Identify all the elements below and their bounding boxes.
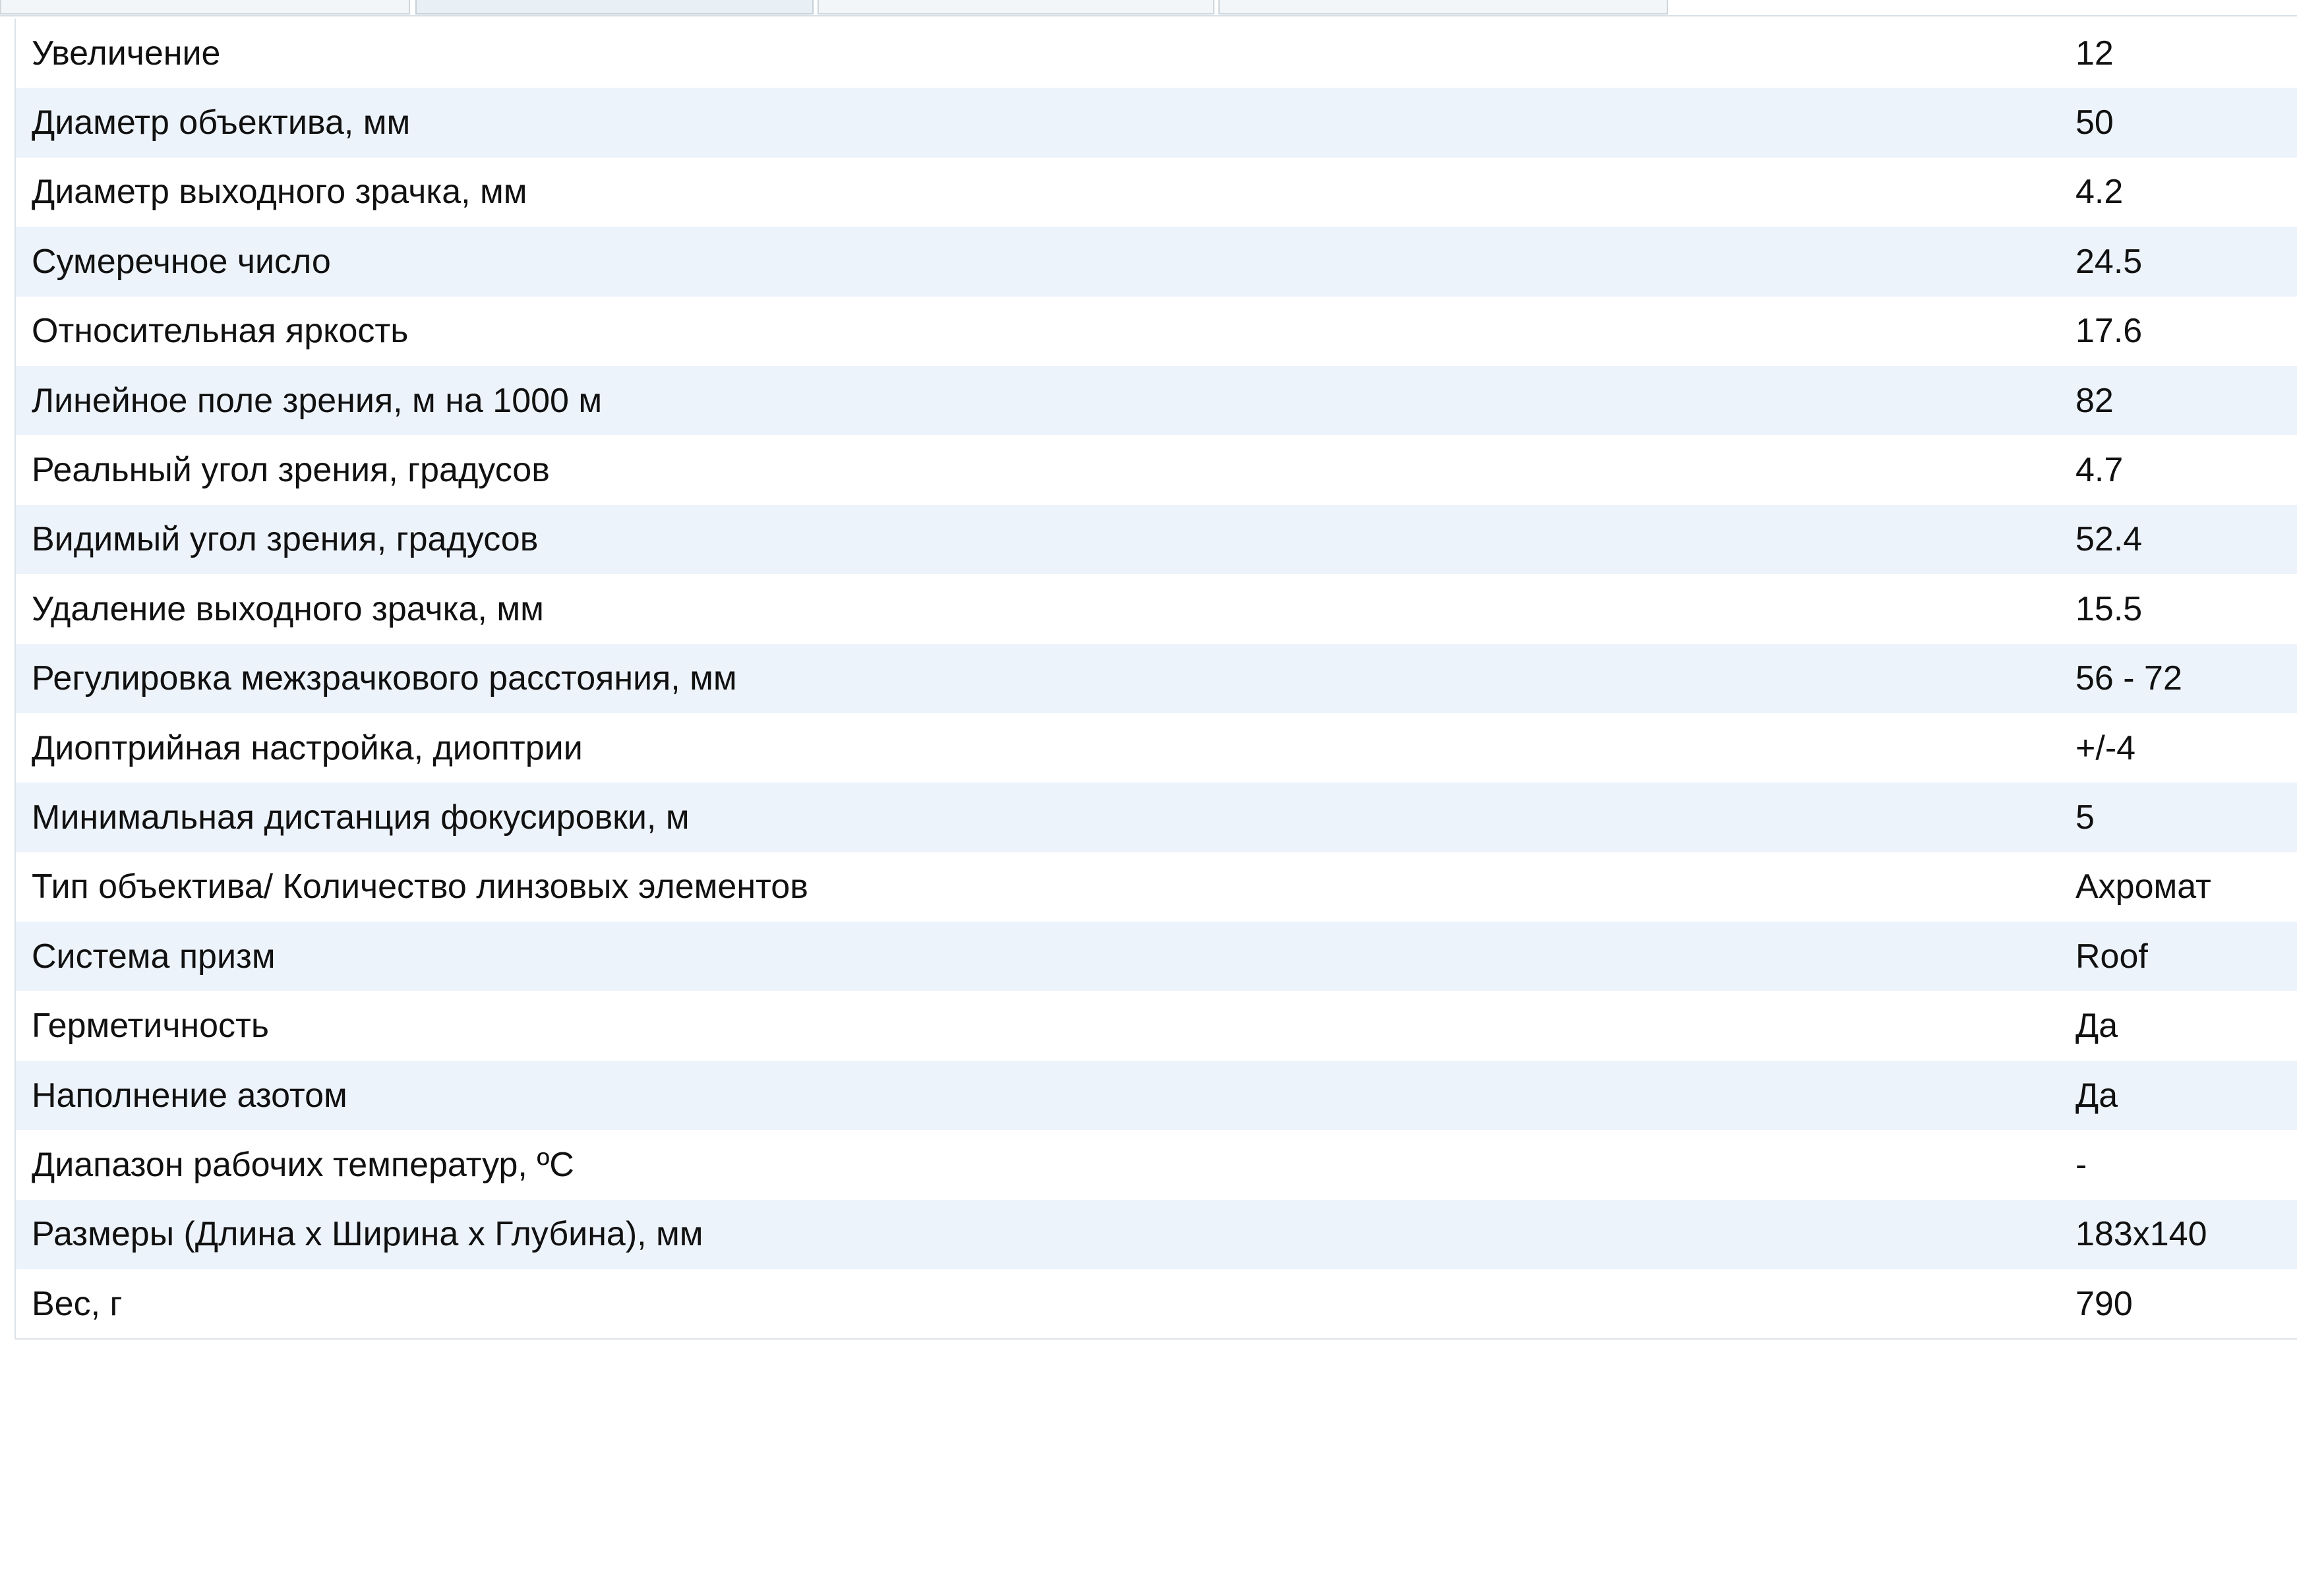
spec-label: Видимый угол зрения, градусов: [32, 520, 539, 559]
table-row: Относительная яркость 17.6: [16, 296, 2297, 366]
tab-2[interactable]: [415, 0, 814, 15]
spec-value: Roof: [2075, 937, 2148, 976]
specifications-table: Увеличение 12 Диаметр объектива, мм 50 Д…: [15, 18, 2297, 1340]
table-row: Линейное поле зрения, м на 1000 м 82: [16, 365, 2297, 436]
spec-value: 15.5: [2075, 589, 2143, 628]
spec-label: Система призм: [32, 937, 276, 976]
spec-value: 790: [2075, 1284, 2133, 1323]
spec-label: Удаление выходного зрачка, мм: [32, 589, 544, 628]
table-row: Система призм Roof: [16, 922, 2297, 991]
tab-strip: [0, 0, 2297, 16]
spec-label: Вес, г: [32, 1284, 123, 1323]
tab-4[interactable]: [1218, 0, 1668, 15]
table-row: Герметичность Да: [16, 991, 2297, 1061]
table-row: Размеры (Длина х Ширина х Глубина), мм 1…: [16, 1199, 2297, 1270]
table-row: Вес, г 790: [16, 1269, 2297, 1339]
spec-value: 17.6: [2075, 312, 2143, 351]
spec-value: 12: [2075, 34, 2114, 73]
spec-value: 183x140: [2075, 1215, 2207, 1254]
spec-label: Реальный угол зрения, градусов: [32, 451, 550, 490]
spec-label: Линейное поле зрения, м на 1000 м: [32, 381, 603, 420]
tab-1[interactable]: [0, 0, 410, 15]
spec-label: Диаметр выходного зрачка, мм: [32, 173, 527, 212]
table-row: Диоптрийная настройка, диоптрии +/-4: [16, 713, 2297, 783]
spec-value: 4.2: [2075, 173, 2124, 212]
table-row: Диаметр объектива, мм 50: [16, 88, 2297, 158]
table-row: Реальный угол зрения, градусов 4.7: [16, 435, 2297, 505]
spec-label: Тип объектива/ Количество линзовых элеме…: [32, 868, 808, 906]
spec-value: 4.7: [2075, 451, 2124, 490]
spec-value: 52.4: [2075, 520, 2143, 559]
spec-value: +/-4: [2075, 728, 2136, 767]
table-row: Минимальная дистанция фокусировки, м 5: [16, 783, 2297, 852]
spec-label: Размеры (Длина х Ширина х Глубина), мм: [32, 1215, 703, 1254]
spec-value: Да: [2075, 1007, 2118, 1046]
tab-3[interactable]: [818, 0, 1214, 15]
spec-value: 82: [2075, 381, 2114, 420]
table-row: Сумеречное число 24.5: [16, 227, 2297, 297]
spec-value: Ахромат: [2075, 868, 2211, 906]
spec-label: Относительная яркость: [32, 312, 409, 351]
spec-value: 50: [2075, 103, 2114, 142]
table-row: Видимый угол зрения, градусов 52.4: [16, 504, 2297, 575]
spec-label: Регулировка межзрачкового расстояния, мм: [32, 659, 737, 698]
spec-value: Да: [2075, 1076, 2118, 1115]
table-row: Удаление выходного зрачка, мм 15.5: [16, 574, 2297, 644]
spec-label: Минимальная дистанция фокусировки, м: [32, 798, 690, 837]
spec-label: Диоптрийная настройка, диоптрии: [32, 728, 583, 767]
table-row: Диаметр выходного зрачка, мм 4.2: [16, 157, 2297, 227]
table-row: Увеличение 12: [16, 18, 2297, 88]
table-row: Наполнение азотом Да: [16, 1060, 2297, 1131]
table-row: Регулировка межзрачкового расстояния, мм…: [16, 643, 2297, 713]
spec-value: 24.5: [2075, 242, 2143, 281]
spec-value: 56 - 72: [2075, 659, 2182, 698]
spec-value: 5: [2075, 798, 2095, 837]
table-row: Тип объектива/ Количество линзовых элеме…: [16, 852, 2297, 922]
spec-label: Герметичность: [32, 1007, 269, 1046]
spec-label: Сумеречное число: [32, 242, 331, 281]
spec-value: -: [2075, 1145, 2087, 1184]
table-row: Диапазон рабочих температур, ºС -: [16, 1130, 2297, 1200]
spec-label: Диапазон рабочих температур, ºС: [32, 1145, 574, 1184]
spec-label: Диаметр объектива, мм: [32, 103, 411, 142]
spec-label: Увеличение: [32, 34, 221, 73]
spec-label: Наполнение азотом: [32, 1076, 347, 1115]
